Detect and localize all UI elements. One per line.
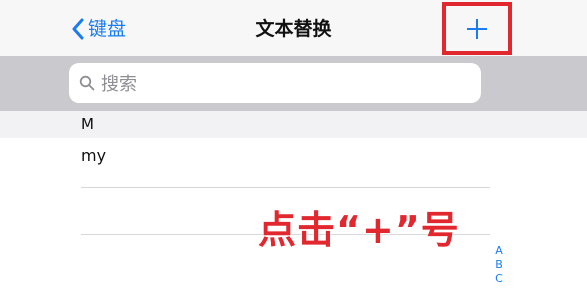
section-header-label: M [81,115,94,133]
section-header: M [0,111,587,138]
index-letter-c[interactable]: C [492,272,506,285]
search-input[interactable]: 搜索 [69,63,481,103]
add-button[interactable] [442,2,512,55]
index-letter-b[interactable]: B [492,258,506,271]
search-icon [79,75,95,91]
annotation-tap-plus: 点击“+”号 [258,208,460,252]
index-letter-a[interactable]: A [492,244,506,257]
navigation-bar: 键盘 文本替换 [0,0,587,56]
plus-icon [467,18,487,39]
list-item-text: my [81,146,107,165]
list-item[interactable]: my [0,138,587,187]
search-area: 搜索 [0,56,587,111]
search-placeholder: 搜索 [101,74,137,95]
